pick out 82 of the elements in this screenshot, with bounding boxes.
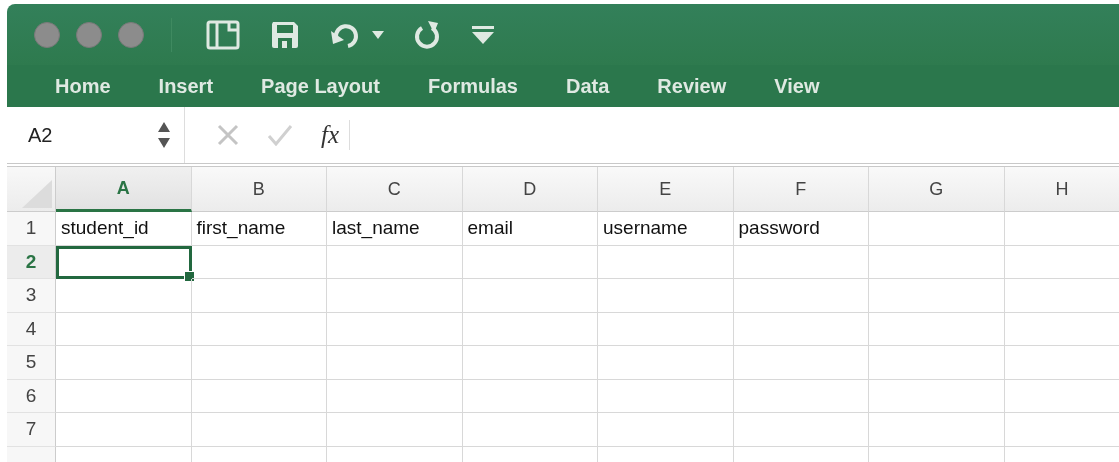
column-header[interactable]: B	[191, 167, 327, 212]
ribbon-tab[interactable]: Data	[566, 74, 610, 98]
empty-cell[interactable]	[191, 413, 327, 447]
empty-cell[interactable]	[327, 346, 463, 380]
row-header[interactable]: 4	[7, 312, 56, 346]
column-header[interactable]: C	[327, 167, 463, 212]
empty-cell[interactable]	[327, 379, 463, 413]
row-header[interactable]: 1	[7, 212, 56, 246]
name-box[interactable]: A2	[7, 107, 185, 163]
redo-icon[interactable]	[414, 19, 442, 50]
empty-cell[interactable]	[733, 279, 869, 313]
column-header[interactable]: F	[733, 167, 869, 212]
table-cell[interactable]: last_name	[327, 212, 463, 246]
ribbon-tab[interactable]: Home	[55, 74, 111, 98]
empty-cell[interactable]	[191, 346, 327, 380]
empty-cell[interactable]	[191, 379, 327, 413]
caret-icon[interactable]	[372, 30, 384, 39]
row-header[interactable]: 2	[7, 245, 56, 279]
column-header[interactable]: E	[598, 167, 734, 212]
column-header[interactable]: G	[869, 167, 1005, 212]
empty-cell[interactable]	[327, 312, 463, 346]
row-header[interactable]: 7	[7, 413, 56, 447]
empty-cell[interactable]	[462, 279, 598, 313]
row-header[interactable]: 3	[7, 279, 56, 313]
empty-cell[interactable]	[869, 279, 1005, 313]
table-cell[interactable]: email	[462, 212, 598, 246]
empty-cell[interactable]	[327, 245, 463, 279]
row-header[interactable]: 6	[7, 379, 56, 413]
empty-cell[interactable]	[598, 279, 734, 313]
empty-cell[interactable]	[462, 312, 598, 346]
empty-cell[interactable]	[869, 245, 1005, 279]
column-header[interactable]: A	[56, 167, 192, 212]
empty-cell[interactable]	[462, 346, 598, 380]
empty-cell[interactable]	[462, 413, 598, 447]
customize-toolbar-icon[interactable]	[472, 25, 494, 44]
table-cell[interactable]: username	[598, 212, 734, 246]
select-all-corner[interactable]	[7, 167, 56, 212]
table-cell[interactable]: first_name	[191, 212, 327, 246]
insert-function-button[interactable]: fx	[321, 120, 351, 150]
column-header[interactable]: H	[1004, 167, 1119, 212]
ribbon-tab[interactable]: Review	[657, 74, 727, 98]
empty-cell[interactable]	[598, 346, 734, 380]
ribbon-tab[interactable]: Formulas	[427, 74, 518, 98]
ribbon-tab[interactable]: View	[774, 74, 820, 98]
empty-cell[interactable]	[869, 346, 1005, 380]
empty-cell[interactable]	[598, 413, 734, 447]
empty-cell[interactable]	[598, 379, 734, 413]
column-header[interactable]: D	[462, 167, 598, 212]
window-control-icon[interactable]	[34, 21, 60, 48]
empty-cell[interactable]	[462, 379, 598, 413]
table-cell[interactable]: student_id	[56, 212, 192, 246]
empty-cell[interactable]	[598, 312, 734, 346]
empty-cell[interactable]	[327, 413, 463, 447]
empty-cell[interactable]	[462, 245, 598, 279]
save-icon[interactable]	[270, 19, 300, 50]
window-control-icon[interactable]	[118, 21, 144, 48]
row-header[interactable]: 5	[7, 346, 56, 380]
empty-cell[interactable]	[733, 413, 869, 447]
empty-cell[interactable]	[733, 312, 869, 346]
empty-cell[interactable]	[327, 279, 463, 313]
empty-cell[interactable]	[869, 379, 1005, 413]
window-control-icon[interactable]	[76, 21, 102, 48]
ribbon-tab[interactable]: Page Layout	[261, 74, 380, 98]
empty-cell[interactable]	[191, 279, 327, 313]
empty-cell[interactable]	[869, 413, 1005, 447]
empty-cell[interactable]	[733, 346, 869, 380]
triangle-icon[interactable]	[22, 180, 52, 208]
active-cell[interactable]	[56, 245, 192, 279]
check-icon[interactable]	[267, 124, 293, 146]
empty-cell[interactable]	[598, 245, 734, 279]
empty-cell[interactable]	[191, 312, 327, 346]
empty-cell[interactable]	[869, 312, 1005, 346]
empty-cell[interactable]	[869, 212, 1005, 246]
ribbon-tab[interactable]: Insert	[158, 74, 214, 98]
empty-cell[interactable]	[733, 245, 869, 279]
fill-handle[interactable]	[183, 271, 195, 282]
stepper-icon[interactable]	[158, 122, 170, 148]
empty-cell[interactable]	[191, 245, 327, 279]
table-cell[interactable]: password	[733, 212, 869, 246]
empty-cell[interactable]	[733, 379, 869, 413]
sidebar-page-icon[interactable]	[206, 19, 240, 50]
cancel-icon[interactable]	[217, 124, 239, 146]
